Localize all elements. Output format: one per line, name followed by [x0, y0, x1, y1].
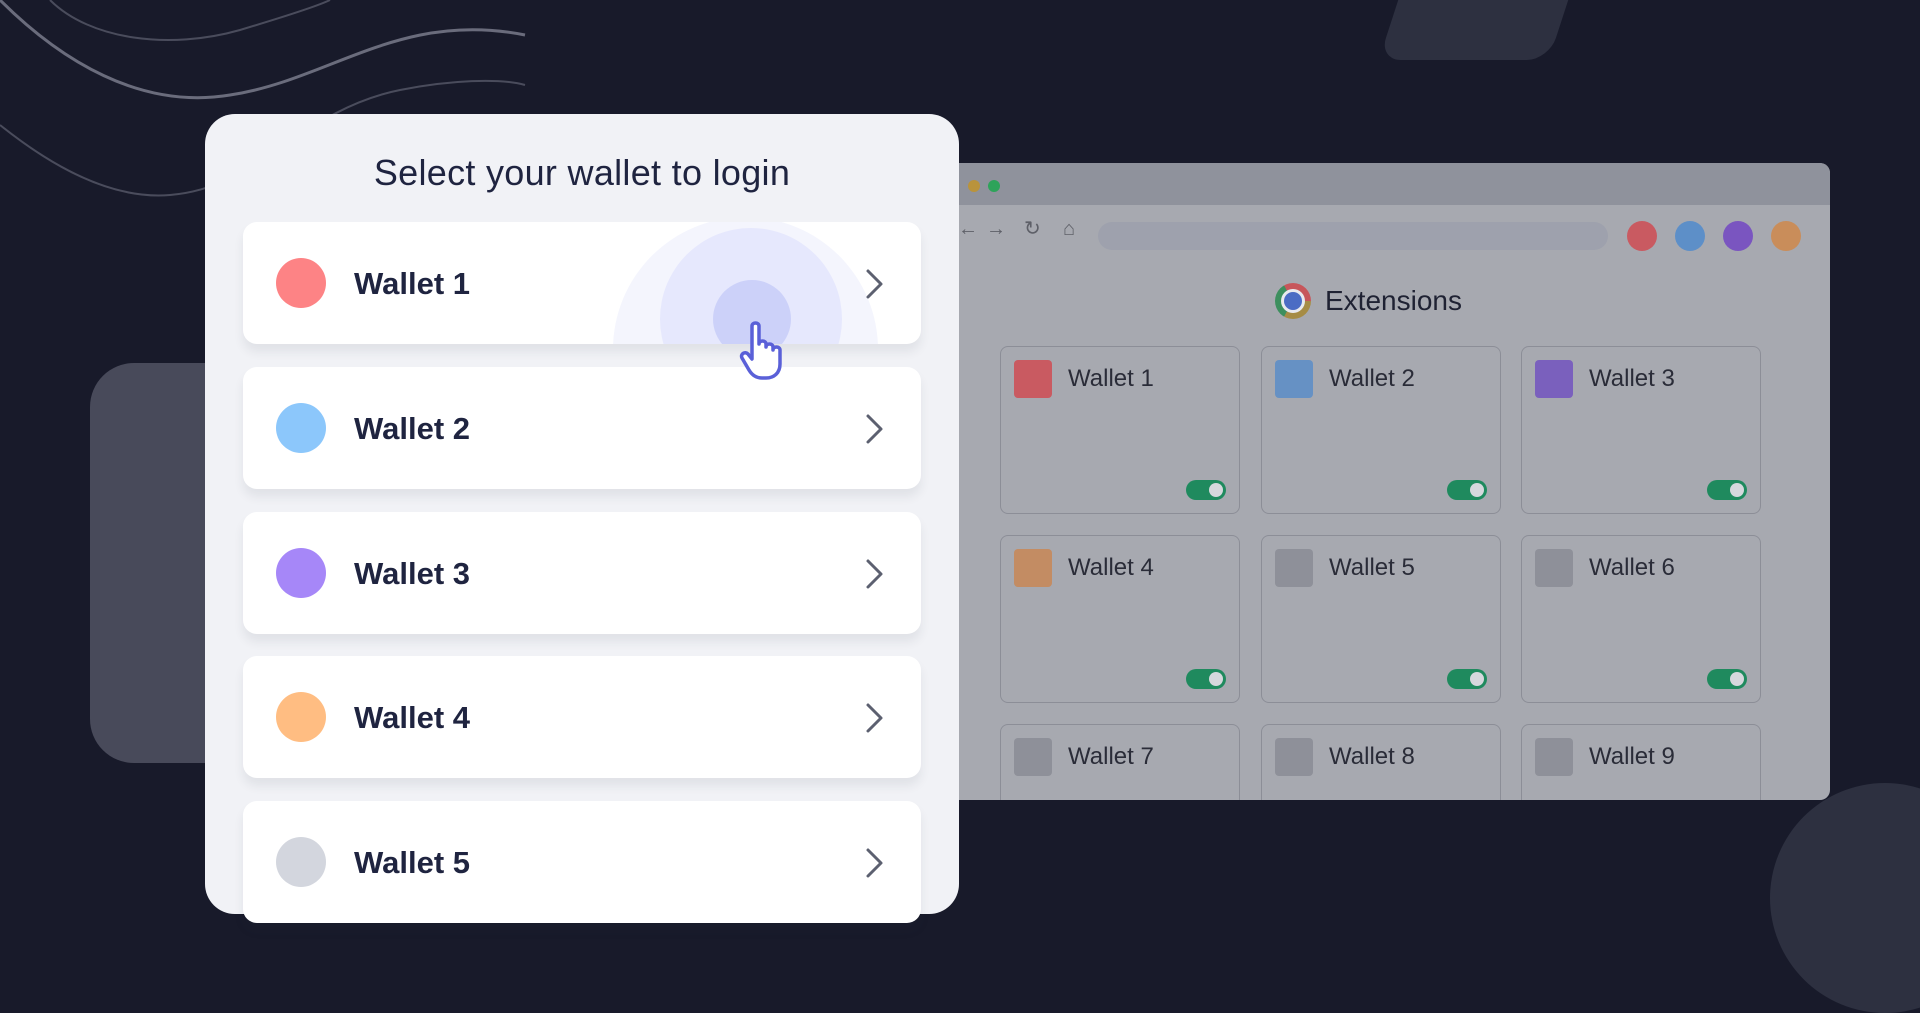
extension-toggle[interactable] [1707, 669, 1747, 689]
extension-toggle[interactable] [1447, 480, 1487, 500]
extension-card[interactable]: Wallet 2 [1261, 346, 1501, 514]
extension-name: Wallet 5 [1329, 554, 1415, 581]
extension-name: Wallet 8 [1329, 743, 1415, 770]
extension-card[interactable]: Wallet 7 [1000, 724, 1240, 800]
wallet-extension-icon [1275, 738, 1313, 776]
wallet-option-1[interactable]: Wallet 1 [243, 222, 921, 344]
chevron-right-icon [866, 414, 883, 444]
extensions-title: Extensions [1325, 285, 1462, 316]
wallet-label: Wallet 2 [354, 411, 470, 446]
browser-window: ← → ↻ ⌂ Extensions Wallet 1 Wallet 2 Wal… [930, 163, 1830, 800]
minimize-dot[interactable] [968, 180, 980, 192]
wallet-label: Wallet 3 [354, 556, 470, 591]
chevron-right-icon [866, 848, 883, 878]
wallet-login-panel: Select your wallet to login Wallet 1 Wal… [205, 114, 959, 923]
maximize-dot[interactable] [988, 180, 1000, 192]
wallet-label: Wallet 4 [354, 700, 470, 735]
extension-toggle[interactable] [1186, 480, 1226, 500]
wallet-extension-icon [1275, 360, 1313, 398]
extension-name: Wallet 2 [1329, 365, 1415, 392]
address-bar[interactable] [1098, 222, 1608, 250]
extension-card[interactable]: Wallet 8 [1261, 724, 1501, 800]
extensions-header: Extensions [1275, 283, 1462, 319]
profile-avatar[interactable] [1627, 221, 1657, 251]
wallet-extension-icon [1014, 738, 1052, 776]
back-arrow-icon[interactable]: ← [958, 219, 978, 239]
extension-toggle[interactable] [1707, 480, 1747, 500]
pointer-hand-icon [739, 321, 782, 380]
decorative-shape [1378, 0, 1582, 60]
decorative-circle [1770, 783, 1920, 1013]
home-icon[interactable]: ⌂ [1063, 219, 1075, 239]
extension-name: Wallet 3 [1589, 365, 1675, 392]
extension-name: Wallet 4 [1068, 554, 1154, 581]
chevron-right-icon [866, 703, 883, 733]
forward-arrow-icon[interactable]: → [986, 219, 1006, 239]
browser-titlebar [930, 163, 1830, 205]
wallet-color-dot [276, 403, 326, 453]
extension-card[interactable]: Wallet 6 [1521, 535, 1761, 703]
extension-name: Wallet 9 [1589, 743, 1675, 770]
wallet-extension-icon [1014, 549, 1052, 587]
extension-card[interactable]: Wallet 4 [1000, 535, 1240, 703]
wallet-option-5[interactable]: Wallet 5 [243, 801, 921, 923]
extension-card[interactable]: Wallet 3 [1521, 346, 1761, 514]
panel-title: Select your wallet to login [373, 152, 791, 193]
chevron-right-icon [866, 559, 883, 589]
wallet-option-4[interactable]: Wallet 4 [243, 656, 921, 778]
chevron-right-icon [866, 269, 883, 299]
wallet-extension-icon [1535, 549, 1573, 587]
wallet-extension-icon [1275, 549, 1313, 587]
profile-avatar[interactable] [1771, 221, 1801, 251]
extension-name: Wallet 7 [1068, 743, 1154, 770]
extension-card[interactable]: Wallet 5 [1261, 535, 1501, 703]
wallet-extension-icon [1535, 360, 1573, 398]
wallet-color-dot [276, 692, 326, 742]
chrome-logo-icon [1275, 283, 1311, 319]
wallet-label: Wallet 5 [354, 845, 470, 880]
wallet-option-2[interactable]: Wallet 2 [243, 367, 921, 489]
profile-avatar[interactable] [1675, 221, 1705, 251]
wallet-label: Wallet 1 [354, 266, 470, 301]
wallet-color-dot [276, 548, 326, 598]
extension-card[interactable]: Wallet 1 [1000, 346, 1240, 514]
extension-toggle[interactable] [1447, 669, 1487, 689]
reload-icon[interactable]: ↻ [1024, 219, 1041, 239]
extension-toggle[interactable] [1186, 669, 1226, 689]
profile-avatar[interactable] [1723, 221, 1753, 251]
wallet-extension-icon [1535, 738, 1573, 776]
extension-name: Wallet 6 [1589, 554, 1675, 581]
wallet-extension-icon [1014, 360, 1052, 398]
extension-name: Wallet 1 [1068, 365, 1154, 392]
wallet-color-dot [276, 258, 326, 308]
extension-card[interactable]: Wallet 9 [1521, 724, 1761, 800]
wallet-option-3[interactable]: Wallet 3 [243, 512, 921, 634]
